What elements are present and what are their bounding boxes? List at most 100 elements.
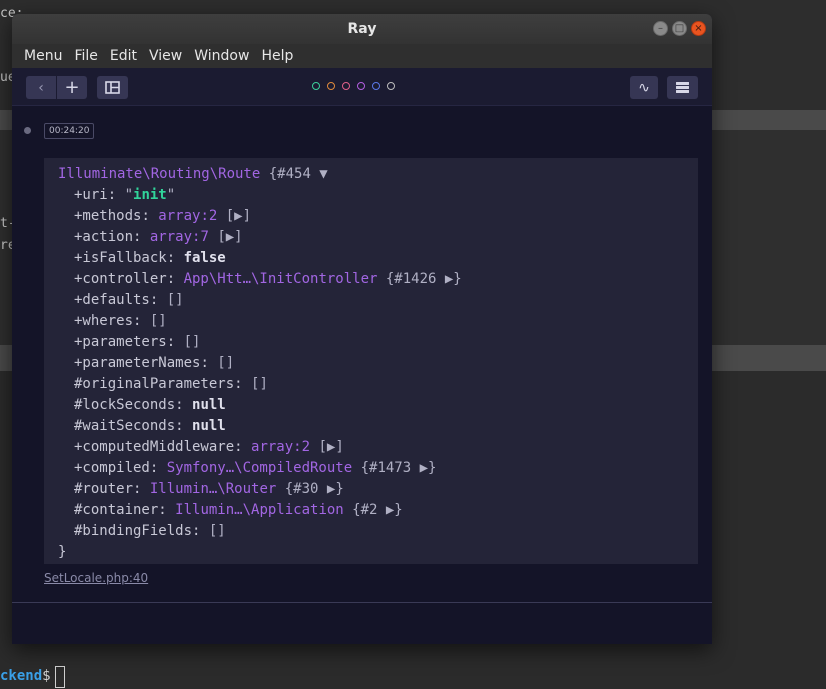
dump-key: +wheres [74, 313, 134, 329]
menu-item-file[interactable]: File [68, 48, 103, 64]
dump-key: +methods [74, 208, 142, 224]
dump-key: #router [74, 481, 134, 497]
dump-row: +action: array:7 [▶] [74, 229, 243, 245]
chevron-left-icon: ‹ [38, 79, 44, 96]
dump-value[interactable]: {#2 ▶} [344, 502, 403, 518]
list-button[interactable] [667, 76, 698, 99]
dump-value: null [192, 418, 226, 434]
terminal-cursor [55, 666, 65, 688]
dump-row: +parameters: [] [74, 334, 201, 350]
color-dot-icon[interactable] [327, 82, 335, 90]
dump-value: Illumin…\Application [175, 502, 344, 518]
dump-row: +controller: App\Htt…\InitController {#1… [74, 271, 462, 287]
color-dot-icon[interactable] [357, 82, 365, 90]
dump-header[interactable]: Illuminate\Routing\Route {#454 ▼ [58, 164, 684, 185]
dump-closing-brace: } [58, 544, 67, 560]
dump-value: init [133, 187, 167, 203]
prompt-symbol: $ [42, 668, 51, 684]
dump-row: +methods: array:2 [▶] [74, 208, 252, 224]
menu-item-menu[interactable]: Menu [18, 48, 68, 64]
dump-value: " [166, 187, 176, 203]
dump-value: [] [251, 376, 268, 392]
dump-value: array:7 [149, 229, 209, 245]
dump-value[interactable]: [▶] [310, 439, 343, 455]
toolbar: ‹ + ∿ [12, 68, 712, 106]
dump-value[interactable]: {#1426 ▶} [377, 271, 462, 287]
dump-row: #bindingFields: [] [74, 523, 226, 539]
dump-value: [] [166, 292, 184, 308]
color-dot-icon[interactable] [342, 82, 350, 90]
dump-key: +compiled [74, 460, 150, 476]
menu-item-window[interactable]: Window [188, 48, 255, 64]
plus-icon: + [64, 77, 80, 98]
dump-key: +uri [74, 187, 108, 203]
wave-icon: ∿ [638, 79, 650, 96]
dump-row: +parameterNames: [] [74, 355, 235, 371]
prompt-path: ckend [0, 668, 43, 684]
color-filter-dots [312, 82, 395, 90]
dump-row: +uri: "init" [74, 187, 176, 203]
dump-key: +defaults [74, 292, 150, 308]
dump-row: #waitSeconds: null [74, 418, 226, 434]
color-dot-icon[interactable] [312, 82, 320, 90]
menu-item-view[interactable]: View [143, 48, 188, 64]
dump-key: #originalParameters [74, 376, 235, 392]
dump-value[interactable]: [▶] [217, 208, 251, 224]
close-icon[interactable]: × [691, 21, 706, 36]
dump-value: [] [149, 313, 167, 329]
wave-button[interactable]: ∿ [630, 76, 658, 99]
dump-row: #originalParameters: [] [74, 376, 268, 392]
dump-row: +compiled: Symfony…\CompiledRoute {#1473… [74, 460, 437, 476]
dump-row: #lockSeconds: null [74, 397, 226, 413]
source-file-link[interactable]: SetLocale.php:40 [44, 571, 148, 585]
dump-value: Illumin…\Router [149, 481, 277, 497]
list-icon [676, 82, 689, 93]
entry-timestamp: 00:24:20 [44, 123, 95, 139]
dump-value[interactable]: [▶] [209, 229, 242, 245]
dump-value: [] [208, 523, 226, 539]
dump-value: " [124, 187, 134, 203]
menu-item-help[interactable]: Help [255, 48, 299, 64]
dump-value: [] [217, 355, 235, 371]
dump-row: #router: Illumin…\Router {#30 ▶} [74, 481, 344, 497]
dump-class-name: Illuminate\Routing\Route [58, 166, 261, 182]
dump-value: array:2 [251, 439, 311, 455]
var-dump-block: Illuminate\Routing\Route {#454 ▼ +uri: "… [44, 158, 698, 564]
log-content: 00:24:20 Illuminate\Routing\Route {#454 … [12, 106, 712, 644]
dump-key: +controller [74, 271, 167, 287]
window-title: Ray [347, 21, 377, 37]
dump-value: false [183, 250, 226, 266]
dump-rows: +uri: "init" +methods: array:2 [▶] +action… [58, 185, 684, 542]
menu-bar: Menu File Edit View Window Help [12, 44, 712, 68]
dump-row: +isFallback: false [74, 250, 226, 266]
entry-bullet-icon [24, 127, 31, 134]
dump-key: +isFallback [74, 250, 167, 266]
dump-object-id: {#454 ▼ [260, 166, 328, 182]
terminal-prompt: ckend$ [0, 668, 51, 684]
color-dot-icon[interactable] [387, 82, 395, 90]
menu-item-edit[interactable]: Edit [104, 48, 143, 64]
title-bar[interactable]: Ray – □ × [12, 14, 712, 44]
dump-value[interactable]: {#30 ▶} [276, 481, 344, 497]
layout-button[interactable] [97, 76, 128, 99]
dump-row: +wheres: [] [74, 313, 167, 329]
dump-value: Symfony…\CompiledRoute [166, 460, 353, 476]
dump-value[interactable]: {#1473 ▶} [352, 460, 437, 476]
dump-value: null [192, 397, 226, 413]
dump-value: App\Htt…\InitController [183, 271, 378, 287]
ray-window: Ray – □ × Menu File Edit View Window Hel… [12, 14, 712, 644]
dump-key: #lockSeconds [74, 397, 176, 413]
layout-icon [105, 81, 120, 94]
color-dot-icon[interactable] [372, 82, 380, 90]
dump-key: +parameterNames [74, 355, 201, 371]
maximize-icon[interactable]: □ [672, 21, 687, 36]
window-controls: – □ × [653, 21, 706, 36]
dump-key: #waitSeconds [74, 418, 176, 434]
add-button[interactable]: + [57, 76, 87, 99]
dump-key: +parameters [74, 334, 167, 350]
dump-row: +computedMiddleware: array:2 [▶] [74, 439, 344, 455]
dump-key: #container [74, 502, 159, 518]
minimize-icon[interactable]: – [653, 21, 668, 36]
divider [12, 602, 712, 603]
back-button[interactable]: ‹ [26, 76, 56, 99]
